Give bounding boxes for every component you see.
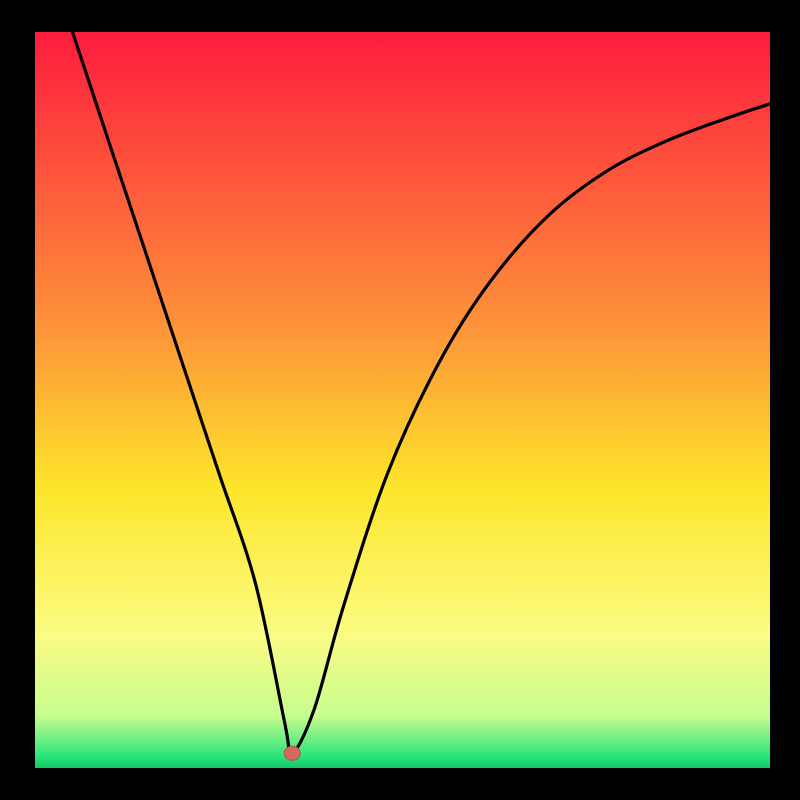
chart-stage: TheBottleneck.com bbox=[0, 0, 800, 800]
optimal-point-marker bbox=[284, 746, 300, 760]
chart-background bbox=[35, 30, 770, 768]
bottleneck-chart bbox=[0, 0, 800, 800]
